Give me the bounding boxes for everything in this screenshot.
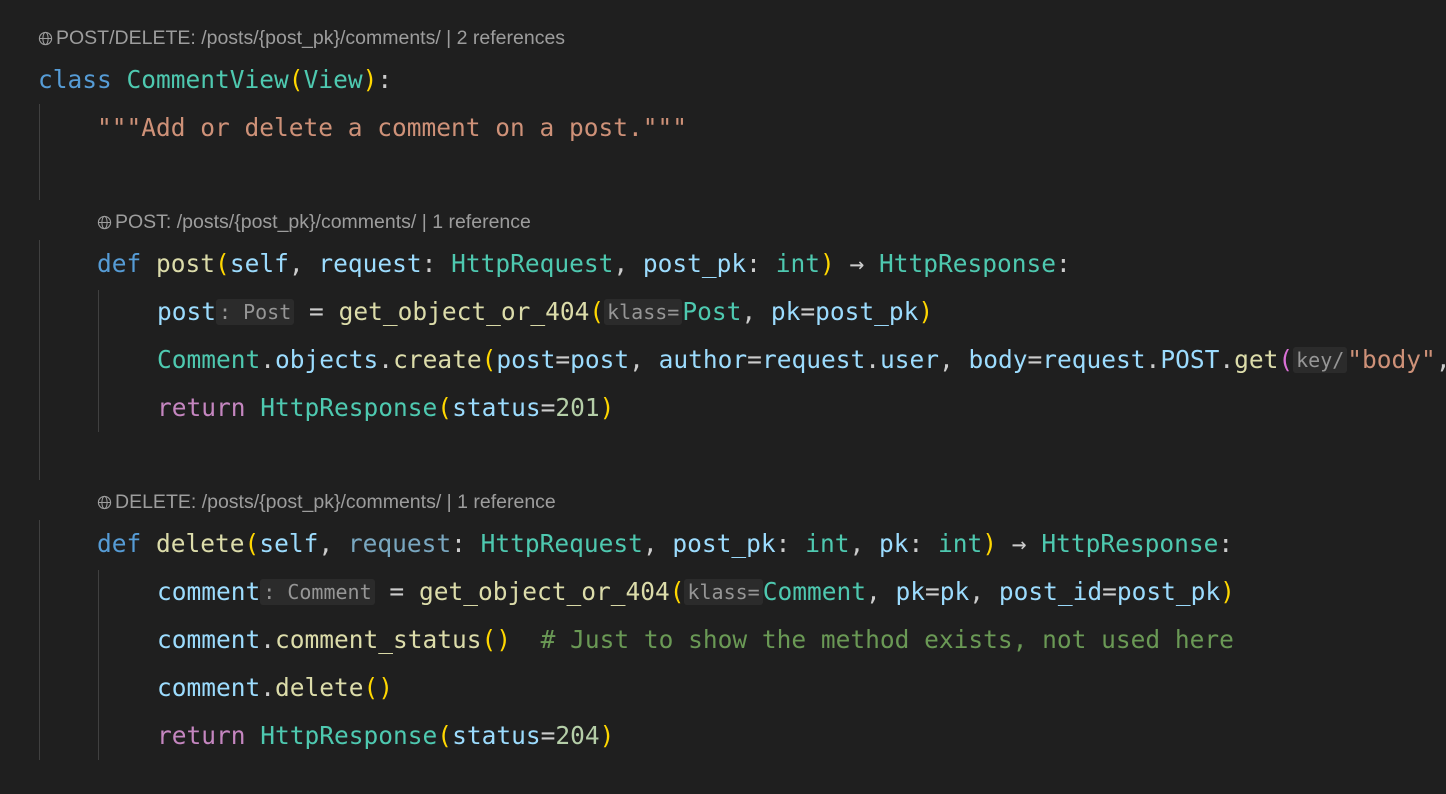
keyword-class: class: [38, 65, 112, 94]
codelens-text[interactable]: DELETE: /posts/{post_pk}/comments/ | 1 r…: [115, 491, 556, 513]
inlay-param-hint: klass=: [604, 299, 683, 325]
inlay-param-hint: key/: [1293, 347, 1348, 373]
docstring: """Add or delete a comment on a post.""": [97, 113, 688, 142]
codelens-delete[interactable]: DELETE: /posts/{post_pk}/comments/ | 1 r…: [97, 487, 556, 517]
code-line-docstring: """Add or delete a comment on a post.""": [97, 108, 687, 148]
code-line-return-201: return HttpResponse(status=201): [157, 393, 615, 422]
inlay-type-hint: : Comment: [260, 579, 375, 605]
code-line-delete-call: comment.delete(): [157, 673, 394, 702]
function-post: post: [156, 249, 216, 278]
code-line-def-post: def post(self, request: HttpRequest, pos…: [97, 249, 1071, 278]
indent-guide: [39, 104, 40, 200]
indent-guide: [98, 290, 99, 432]
code-comment: # Just to show the method exists, not us…: [540, 625, 1234, 654]
code-line-get-comment: comment: Comment = get_object_or_404(kla…: [157, 577, 1235, 606]
inlay-type-hint: : Post: [216, 299, 295, 325]
code-editor[interactable]: POST/DELETE: /posts/{post_pk}/comments/ …: [0, 0, 1446, 794]
indent-guide: [98, 570, 99, 760]
globe-icon: [38, 31, 53, 46]
class-name: CommentView: [126, 65, 289, 94]
indent-guide: [39, 240, 40, 480]
base-class: View: [303, 65, 363, 94]
indent-guide: [39, 520, 40, 760]
code-line-create: Comment.objects.create(post=post, author…: [157, 345, 1446, 374]
inlay-param-hint: klass=: [684, 579, 763, 605]
code-line-def-delete: def delete(self, request: HttpRequest, p…: [97, 529, 1234, 558]
globe-icon: [97, 215, 112, 230]
code-line-class: class CommentView(View):: [38, 65, 393, 94]
codelens-text[interactable]: POST/DELETE: /posts/{post_pk}/comments/ …: [56, 27, 565, 49]
code-line-return-204: return HttpResponse(status=204): [157, 721, 615, 750]
codelens-post[interactable]: POST: /posts/{post_pk}/comments/ | 1 ref…: [97, 207, 531, 237]
code-line-get-post: post: Post = get_object_or_404(klass= Pos…: [157, 297, 934, 326]
function-delete: delete: [156, 529, 245, 558]
codelens-text[interactable]: POST: /posts/{post_pk}/comments/ | 1 ref…: [115, 211, 531, 233]
code-line-comment-status: comment.comment_status() # Just to show …: [157, 625, 1234, 654]
codelens-class[interactable]: POST/DELETE: /posts/{post_pk}/comments/ …: [38, 23, 565, 53]
globe-icon: [97, 495, 112, 510]
